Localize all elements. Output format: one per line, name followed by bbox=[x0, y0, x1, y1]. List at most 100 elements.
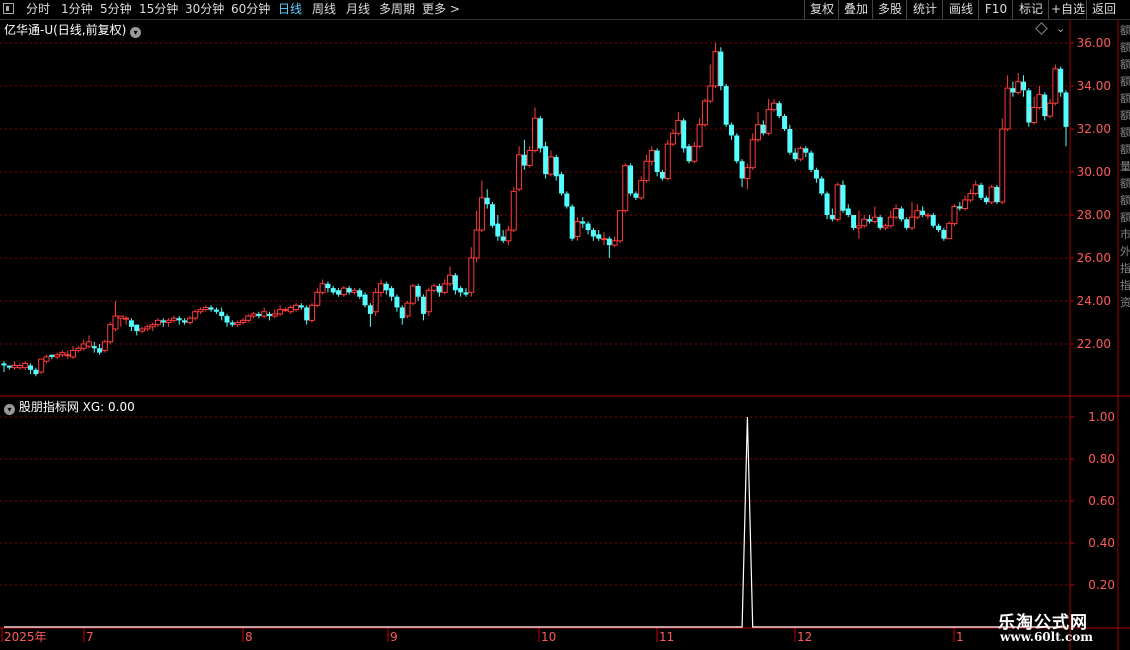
candle-body bbox=[59, 352, 66, 356]
candle-body bbox=[287, 306, 294, 313]
candle-body bbox=[160, 320, 166, 323]
candle-body bbox=[208, 307, 214, 310]
candle-body bbox=[776, 103, 782, 117]
candle-body bbox=[399, 307, 405, 319]
candle-body bbox=[601, 238, 608, 241]
candle-body bbox=[357, 290, 363, 297]
candle-body bbox=[101, 341, 108, 351]
right-strip-char: 额 bbox=[1120, 92, 1130, 105]
chevron-down-icon[interactable]: ⌄ bbox=[1056, 22, 1065, 35]
right-strip-char: 额 bbox=[1120, 109, 1130, 122]
candle-body bbox=[1004, 87, 1011, 130]
candle-body bbox=[643, 160, 650, 182]
candle-body bbox=[946, 223, 953, 240]
candle-body bbox=[64, 354, 71, 357]
candle-body bbox=[495, 223, 501, 237]
candle-body bbox=[803, 148, 809, 153]
candle-body bbox=[691, 145, 698, 162]
candle-body bbox=[1047, 102, 1054, 117]
candle-body bbox=[851, 215, 857, 228]
candle-body bbox=[404, 302, 411, 317]
price-tick-label: 36.00 bbox=[1077, 36, 1111, 50]
price-tick-label: 30.00 bbox=[1077, 165, 1111, 179]
candle-body bbox=[500, 236, 506, 241]
candle-body bbox=[596, 234, 602, 239]
right-strip-char: 额 bbox=[1120, 194, 1130, 207]
candle-body bbox=[85, 341, 92, 347]
date-label: 1 bbox=[956, 630, 964, 644]
candle-body bbox=[22, 362, 29, 369]
logo-url: www.60lt.com bbox=[1000, 630, 1093, 644]
candle-body bbox=[282, 309, 289, 312]
candle-body bbox=[808, 152, 814, 170]
candle-body bbox=[38, 358, 45, 373]
candle-body bbox=[930, 215, 936, 226]
candle-body bbox=[867, 219, 873, 222]
dropdown-circle-icon[interactable]: ▾ bbox=[130, 27, 142, 38]
candle-body bbox=[569, 206, 575, 239]
candle-body bbox=[675, 119, 682, 134]
candle-body bbox=[628, 165, 634, 194]
candle-body bbox=[813, 169, 819, 179]
candle-body bbox=[420, 296, 426, 314]
candle-body bbox=[638, 180, 645, 199]
candle-body bbox=[983, 197, 989, 203]
candle-body bbox=[298, 305, 304, 308]
candle-body bbox=[54, 354, 61, 358]
candle-body bbox=[239, 319, 246, 324]
indicator-tick-label: 0.60 bbox=[1088, 494, 1115, 508]
candle-body bbox=[904, 219, 910, 228]
candle-body bbox=[957, 206, 963, 209]
indicator-tick-label: 0.80 bbox=[1088, 452, 1115, 466]
candle-body bbox=[681, 120, 687, 149]
candle-body bbox=[389, 288, 395, 297]
candle-body bbox=[962, 199, 969, 210]
price-tick-label: 22.00 bbox=[1077, 337, 1111, 351]
candle-body bbox=[755, 124, 762, 141]
candle-body bbox=[994, 187, 1000, 203]
indicator-menu-icon[interactable]: ▾ bbox=[4, 404, 15, 415]
candle-body bbox=[686, 146, 692, 162]
candle-body bbox=[920, 210, 926, 215]
candle-body bbox=[271, 313, 278, 317]
right-strip-char: 额 bbox=[1120, 41, 1130, 54]
candle-body bbox=[425, 289, 432, 313]
candle-body bbox=[516, 154, 523, 190]
candle-body bbox=[718, 51, 724, 86]
candle-body bbox=[648, 150, 655, 162]
candle-body bbox=[139, 328, 146, 332]
candle-body bbox=[1042, 94, 1048, 117]
candle-body bbox=[967, 193, 974, 201]
candle-body bbox=[829, 215, 835, 220]
candle-body bbox=[537, 118, 543, 149]
candle-body bbox=[1010, 88, 1016, 93]
date-label: 12 bbox=[797, 630, 812, 644]
date-label: 11 bbox=[659, 630, 674, 644]
candle-body bbox=[308, 304, 315, 321]
kline-chart[interactable]: 36.00 34.00 32.00 30.00 28.00 26.00 24.00 22.00… bbox=[0, 0, 1130, 650]
candle-body bbox=[770, 102, 777, 111]
date-label: 2025年 bbox=[4, 630, 47, 644]
candle-body bbox=[91, 346, 97, 349]
candle-body bbox=[304, 307, 310, 321]
candle-body bbox=[213, 309, 219, 312]
candle-body bbox=[478, 197, 485, 231]
date-label: 9 bbox=[390, 630, 398, 644]
candle-body bbox=[229, 322, 235, 325]
candle-body bbox=[951, 205, 958, 225]
candle-body bbox=[574, 220, 581, 237]
candle-body bbox=[484, 197, 490, 205]
indicator-tick-label: 0.40 bbox=[1088, 536, 1115, 550]
candle-body bbox=[351, 289, 358, 293]
candle-body bbox=[28, 365, 34, 370]
candle-body bbox=[972, 184, 979, 194]
candle-body bbox=[149, 324, 156, 328]
candle-body bbox=[383, 283, 389, 291]
candle-body bbox=[924, 214, 931, 217]
candle-body bbox=[463, 292, 469, 295]
right-info-strip[interactable]: 额额额额额额额额量额额额市外指指资 bbox=[1120, 22, 1130, 628]
candle-body bbox=[197, 309, 204, 313]
candle-body bbox=[452, 275, 458, 291]
candle-body bbox=[117, 315, 124, 319]
candle-body bbox=[256, 313, 262, 317]
